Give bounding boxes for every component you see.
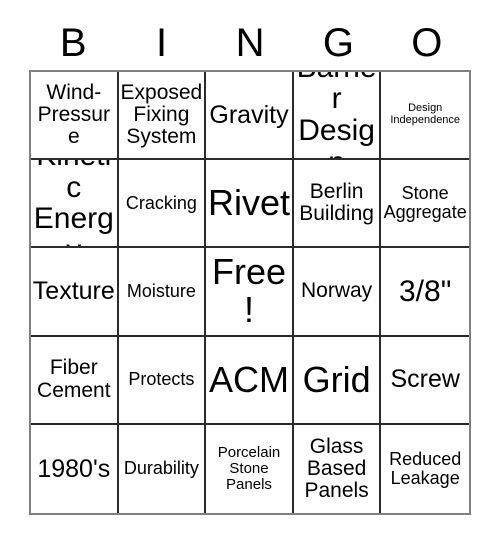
bingo-cell-label: Gravity [209,100,289,129]
bingo-cell[interactable]: Fiber Cement [31,336,119,425]
bingo-header-letter-o: O [411,21,443,65]
bingo-cell[interactable]: 1980's [31,424,119,513]
bingo-cell[interactable]: Reduced Leakage [381,424,469,513]
bingo-cell-label: Exposed Fixing System [120,80,203,149]
bingo-cell[interactable]: Kinetic Energy [31,160,119,249]
bingo-cell[interactable]: Stone Aggregate [381,160,469,249]
bingo-cell-label: 3/8" [399,274,452,308]
bingo-cell-label: Stone Aggregate [383,183,467,223]
bingo-cell[interactable]: Glass Based Panels [293,424,382,513]
bingo-cell[interactable]: Screw [381,336,469,425]
bingo-header-letter-b: B [59,21,87,65]
bingo-cell-label: ACM [208,358,289,400]
bingo-cell-label: Porcelain Stone Panels [217,444,281,493]
bingo-cell-label: Moisture [126,280,196,301]
bingo-grid: Wind-Pressure Exposed Fixing System Grav… [29,70,471,515]
bingo-cell-label: Berlin Building [299,180,374,226]
bingo-cell-label: Grid [302,358,371,400]
bingo-card: B I N G O Wind-Pressure Exposed Fixing S… [0,0,500,544]
bingo-cell[interactable]: Texture [31,248,119,337]
bingo-cell[interactable]: Grid [293,336,382,425]
bingo-cell[interactable]: Rivet [206,160,294,249]
bingo-cell-label: Norway [301,279,373,303]
bingo-cell[interactable]: Wind-Pressure [31,72,119,161]
bingo-cell[interactable]: Moisture [118,248,207,337]
bingo-cell[interactable]: ACM [206,336,294,425]
bingo-cell[interactable]: Durability [118,424,207,513]
bingo-cell[interactable]: Norway [293,248,382,337]
bingo-cell-label: 1980's [37,454,111,483]
bingo-cell-label: Barrier Design [297,72,377,158]
bingo-cell[interactable]: Exposed Fixing System [118,72,207,161]
bingo-cell-label: Glass Based Panels [304,434,369,503]
bingo-cell[interactable]: Design Independence [381,72,469,161]
bingo-header-letter-i: I [156,21,168,65]
bingo-cell-label: Design Independence [390,102,461,127]
bingo-cell-label: Fiber Cement [37,356,111,402]
bingo-cell[interactable]: Cracking [118,160,207,249]
bingo-header-row: B I N G O [29,16,471,70]
bingo-cell[interactable]: Barrier Design [293,72,382,161]
bingo-cell-label: Free! [211,251,286,331]
bingo-cell[interactable]: 3/8" [381,248,469,337]
bingo-header-letter-g: G [322,21,354,65]
bingo-cell-label: Rivet [207,182,290,224]
bingo-cell-label: Durability [123,458,199,479]
bingo-cell[interactable]: Protects [118,336,207,425]
bingo-header-letter-n: N [235,21,265,65]
bingo-cell-label: Texture [32,277,115,306]
bingo-cell-label: Kinetic Energy [33,160,114,246]
bingo-cell-label: Wind-Pressure [37,80,110,149]
bingo-cell-label: Cracking [125,192,197,213]
bingo-cell-label: Screw [390,365,460,394]
bingo-cell[interactable]: Porcelain Stone Panels [206,424,294,513]
bingo-cell[interactable]: Gravity [206,72,294,161]
bingo-cell-label: Protects [128,369,195,390]
bingo-cell[interactable]: Berlin Building [293,160,382,249]
bingo-cell-free[interactable]: Free! [206,248,294,337]
bingo-cell-label: Reduced Leakage [389,448,462,488]
